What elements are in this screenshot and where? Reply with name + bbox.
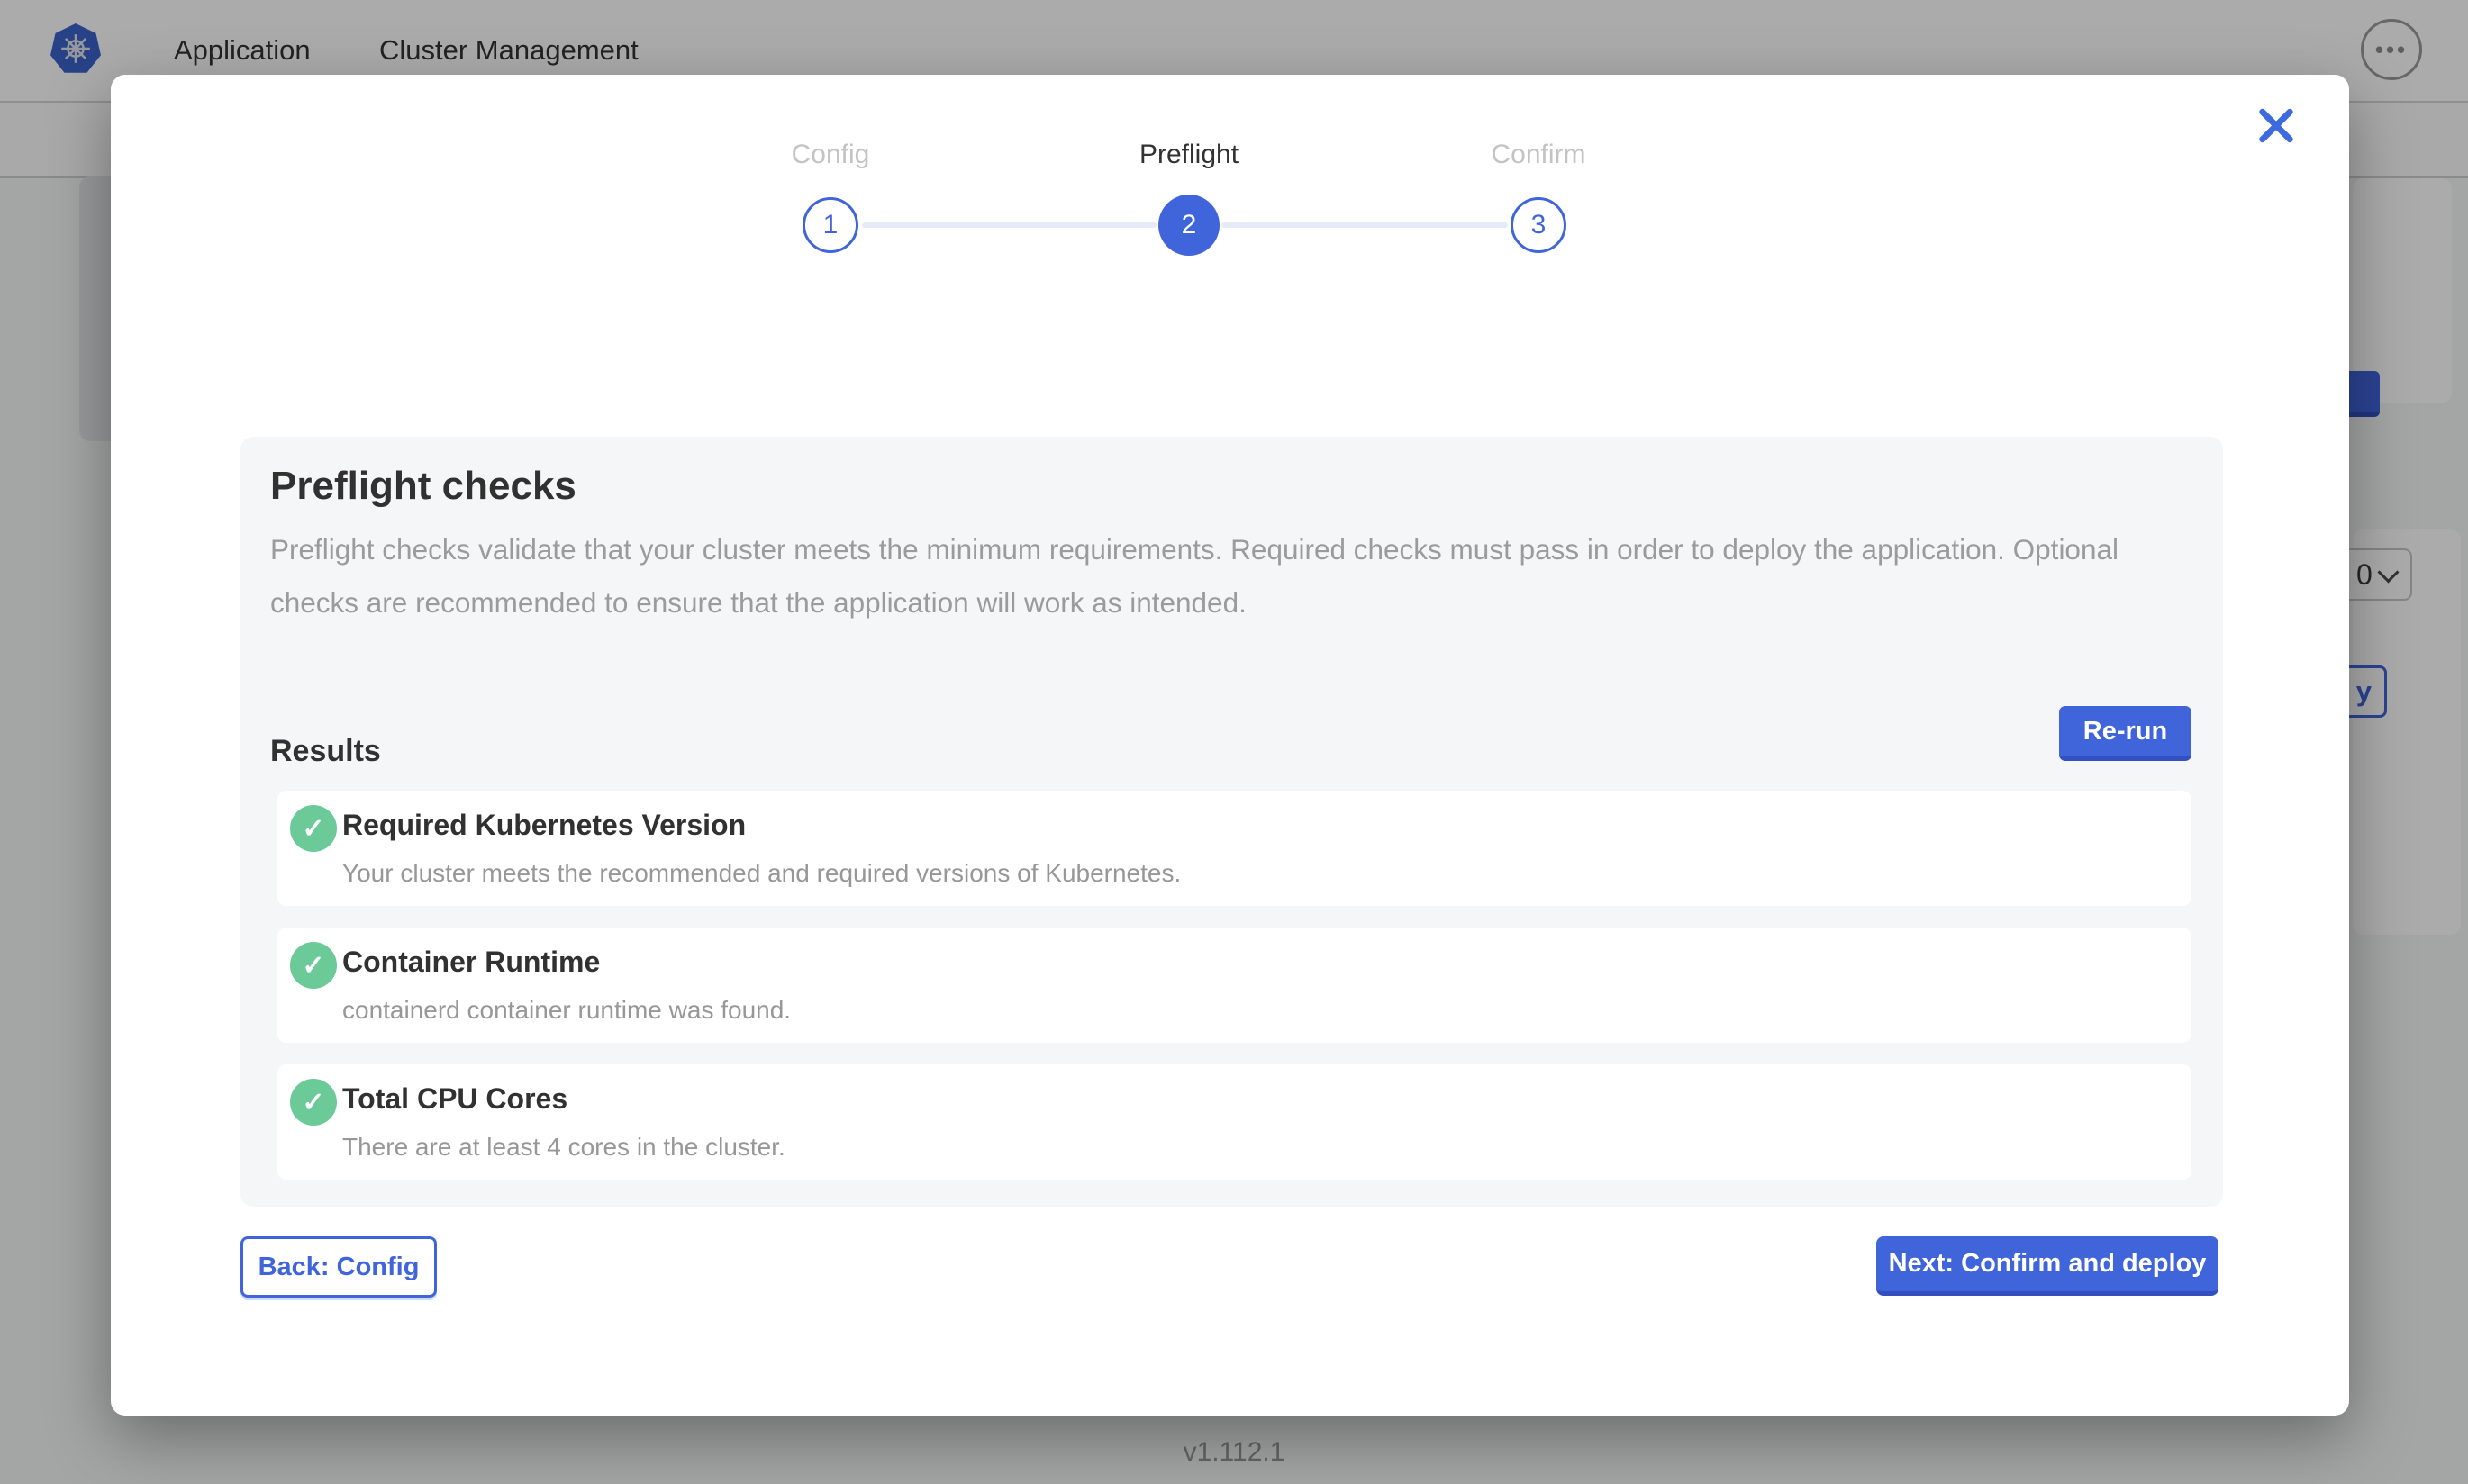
- preflight-description: Preflight checks validate that your clus…: [270, 523, 2171, 629]
- preflight-card: Preflight checks Preflight checks valida…: [240, 437, 2223, 1207]
- rerun-button[interactable]: Re-run: [2059, 706, 2191, 761]
- close-icon[interactable]: [2255, 104, 2297, 146]
- stepper-connector-1: [862, 222, 1157, 228]
- check-title: Required Kubernetes Version: [342, 809, 746, 842]
- check-title: Total CPU Cores: [342, 1082, 567, 1116]
- check-title: Container Runtime: [342, 946, 600, 979]
- check-row-container-runtime: ✓ Container Runtime containerd container…: [277, 928, 2191, 1043]
- step-label-config: Config: [695, 140, 966, 170]
- step-circle-confirm[interactable]: 3: [1511, 197, 1566, 253]
- check-row-kubernetes-version: ✓ Required Kubernetes Version Your clust…: [277, 791, 2191, 906]
- check-pass-icon: ✓: [290, 1079, 337, 1126]
- step-circle-preflight[interactable]: 2: [1158, 195, 1220, 256]
- stepper-connector-2: [1221, 222, 1508, 228]
- preflight-modal: Config Preflight Confirm 1 2 3 Preflight…: [111, 75, 2349, 1416]
- step-label-preflight: Preflight: [1054, 140, 1324, 170]
- step-label-confirm: Confirm: [1403, 140, 1674, 170]
- check-row-total-cpu-cores: ✓ Total CPU Cores There are at least 4 c…: [277, 1064, 2191, 1180]
- preflight-title: Preflight checks: [270, 464, 576, 509]
- check-pass-icon: ✓: [290, 805, 337, 852]
- next-confirm-deploy-button[interactable]: Next: Confirm and deploy: [1876, 1236, 2218, 1296]
- results-heading: Results: [270, 734, 381, 769]
- back-config-button[interactable]: Back: Config: [240, 1236, 437, 1298]
- check-pass-icon: ✓: [290, 942, 337, 989]
- check-detail: There are at least 4 cores in the cluste…: [342, 1133, 785, 1162]
- check-detail: Your cluster meets the recommended and r…: [342, 859, 1181, 888]
- check-detail: containerd container runtime was found.: [342, 996, 791, 1025]
- step-circle-config[interactable]: 1: [803, 197, 858, 253]
